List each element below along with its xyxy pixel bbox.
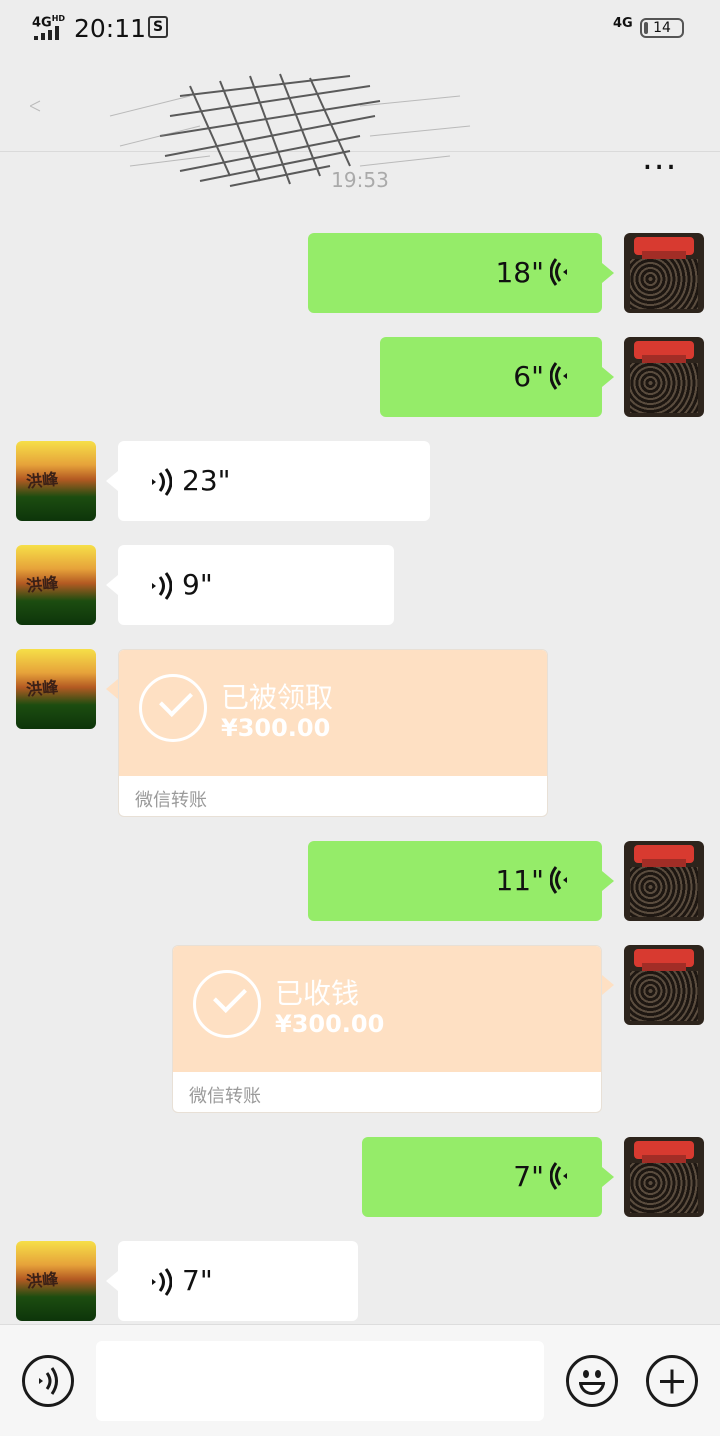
voice-wave-icon	[550, 362, 567, 390]
my-avatar[interactable]	[624, 841, 704, 921]
voice-message-bubble[interactable]: 6"	[380, 337, 614, 417]
contact-avatar[interactable]: 洪峰	[16, 441, 96, 521]
emoji-icon	[583, 1370, 589, 1378]
voice-duration: 9"	[182, 568, 213, 601]
contact-avatar[interactable]: 洪峰	[16, 649, 96, 729]
check-circle-icon	[139, 674, 207, 742]
voice-wave-icon	[550, 1162, 567, 1190]
network-type-right: 4G	[613, 16, 633, 31]
my-avatar[interactable]	[624, 1137, 704, 1217]
voice-message-bubble[interactable]: 11"	[308, 841, 614, 921]
transfer-status: 已收钱	[275, 977, 360, 1010]
transfer-card[interactable]: 已被领取 ¥300.00 微信转账	[118, 649, 548, 817]
voice-wave-icon	[550, 866, 567, 894]
battery-icon: 14	[640, 18, 684, 38]
more-options-button[interactable]: ...	[642, 141, 677, 175]
my-avatar[interactable]	[624, 945, 704, 1025]
chat-header: ...	[0, 56, 720, 187]
voice-wave-icon	[152, 1268, 172, 1296]
check-circle-icon	[193, 970, 261, 1038]
voice-duration: 18"	[495, 256, 544, 289]
transfer-footer: 微信转账	[189, 1086, 261, 1107]
my-avatar[interactable]	[624, 233, 704, 313]
status-bar: 4GHD 20:11 S 4G 14	[0, 0, 720, 56]
contact-avatar[interactable]: 洪峰	[16, 1241, 96, 1321]
my-avatar[interactable]	[624, 337, 704, 417]
chat-input-bar	[0, 1324, 720, 1436]
status-time: 20:11	[74, 14, 147, 43]
add-attachment-button[interactable]	[646, 1355, 698, 1407]
voice-wave-icon	[550, 258, 567, 286]
voice-message-bubble[interactable]: 23"	[106, 441, 430, 521]
voice-duration: 7"	[182, 1264, 213, 1297]
voice-message-bubble[interactable]: 18"	[308, 233, 614, 313]
voice-message-bubble[interactable]: 7"	[106, 1241, 358, 1321]
voice-message-bubble[interactable]: 7"	[362, 1137, 614, 1217]
transfer-amount: ¥300.00	[221, 714, 331, 742]
battery-level: 14	[653, 20, 671, 36]
chat-timestamp: 19:53	[331, 168, 389, 192]
notification-icon: S	[148, 16, 168, 38]
signal-icon	[34, 26, 64, 40]
voice-wave-icon	[152, 572, 172, 600]
transfer-card-body: 已收钱 ¥300.00	[173, 946, 601, 1072]
transfer-card-body: 已被领取 ¥300.00	[119, 650, 547, 776]
transfer-card[interactable]: 已收钱 ¥300.00 微信转账	[172, 945, 602, 1113]
voice-wave-icon	[152, 468, 172, 496]
bubble-tail	[602, 975, 614, 995]
contact-avatar[interactable]: 洪峰	[16, 545, 96, 625]
transfer-status: 已被领取	[221, 681, 334, 714]
voice-duration: 23"	[182, 464, 231, 497]
voice-message-bubble[interactable]: 9"	[106, 545, 394, 625]
bubble-tail	[106, 679, 118, 699]
voice-duration: 11"	[495, 864, 544, 897]
voice-duration: 7"	[513, 1160, 544, 1193]
voice-input-button[interactable]	[22, 1355, 74, 1407]
voice-icon	[39, 1367, 58, 1395]
transfer-footer: 微信转账	[135, 790, 207, 811]
message-input[interactable]	[96, 1341, 544, 1421]
voice-duration: 6"	[513, 360, 544, 393]
transfer-amount: ¥300.00	[275, 1010, 385, 1038]
emoji-button[interactable]	[566, 1355, 618, 1407]
